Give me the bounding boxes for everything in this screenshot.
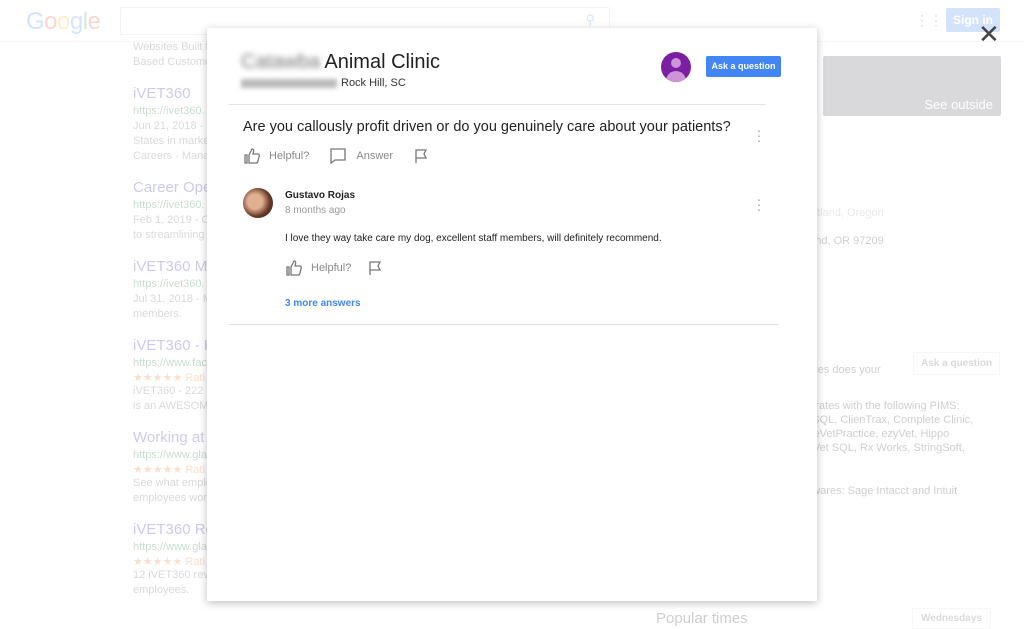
google-logo: Google <box>26 8 101 35</box>
dialog-header: Catawba Animal Clinic Rock Hill, SC Ask … <box>229 28 781 105</box>
close-icon[interactable]: ✕ <box>978 21 1000 47</box>
question-actions: Helpful? Answer <box>243 147 429 165</box>
question-text: Are you callously profit driven or do yo… <box>243 119 731 135</box>
panel-answer-line: oftwares: Sage Intacct and Intuit <box>800 485 958 497</box>
thumbs-up-icon[interactable] <box>243 147 261 165</box>
helpful-label[interactable]: Helpful? <box>269 150 309 162</box>
location-text: Rock Hill, SC <box>341 77 406 89</box>
answer-actions: Helpful? <box>285 259 383 277</box>
divider <box>229 324 778 325</box>
business-title: Catawba Animal Clinic <box>241 51 440 74</box>
popular-times-heading: Popular times <box>656 610 748 627</box>
answer-text: I love they way take care my dog, excell… <box>285 233 662 244</box>
blurred-phone <box>241 78 337 88</box>
see-outside-label: See outside <box>924 97 993 112</box>
panel-answer-line: rk SQL, ClienTrax, Complete Clinic, <box>800 414 974 426</box>
answer-more-icon[interactable]: · · · <box>755 192 763 216</box>
title-text: Animal Clinic <box>324 51 440 73</box>
flag-icon[interactable] <box>413 148 429 164</box>
street-view-photo[interactable]: See outside <box>823 56 1001 116</box>
search-icon[interactable]: ⚲ <box>585 12 595 28</box>
answer-icon[interactable] <box>329 147 347 165</box>
thumbs-up-icon[interactable] <box>285 259 303 277</box>
business-address: Rock Hill, SC <box>241 77 406 89</box>
flag-icon[interactable] <box>367 260 383 276</box>
ask-question-button[interactable]: Ask a question <box>706 56 781 77</box>
question-more-icon[interactable]: · · · <box>755 123 763 147</box>
answer-time: 8 months ago <box>285 205 346 216</box>
answer-author[interactable]: Gustavo Rojas <box>285 190 355 201</box>
panel-answer-line: tegrates with the following PIMS: <box>800 400 960 412</box>
panel-ask-question-button[interactable]: Ask a question <box>913 352 1001 375</box>
address-text: rtland, OR 97209 <box>800 235 884 247</box>
helpful-label[interactable]: Helpful? <box>311 262 351 274</box>
location-text: Portland, Oregon <box>800 207 884 219</box>
user-avatar[interactable] <box>661 52 691 82</box>
questions-dialog: Catawba Animal Clinic Rock Hill, SC Ask … <box>207 28 817 601</box>
day-select[interactable]: Wednesdays <box>912 608 991 629</box>
panel-answer-line: traVet SQL, Rx Works, StringSoft, <box>800 442 965 454</box>
panel-answer-line: X, eVetPractice, ezyVet, Hippo <box>800 428 950 440</box>
answer-author-avatar[interactable] <box>243 188 273 218</box>
more-answers-link[interactable]: 3 more answers <box>285 298 361 309</box>
answer-button[interactable]: Answer <box>356 150 393 162</box>
blurred-name: Catawba <box>241 51 320 73</box>
